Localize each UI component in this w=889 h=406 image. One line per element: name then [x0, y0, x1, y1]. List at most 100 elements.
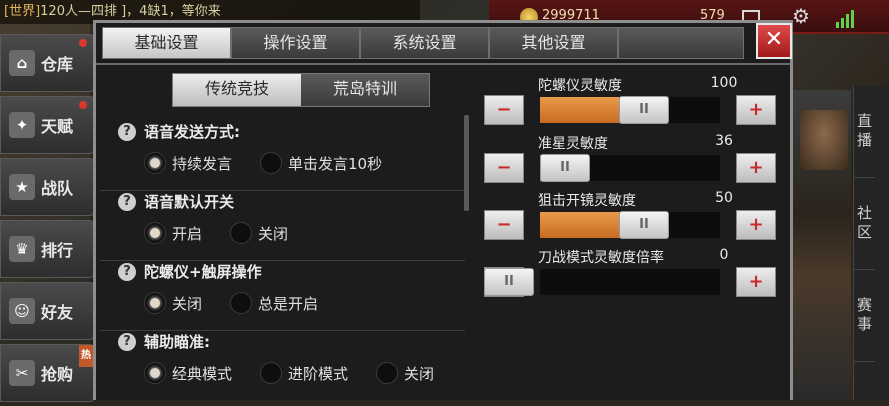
slider-thumb[interactable]: II [540, 154, 590, 182]
radio-group: 持续发言 单击发言10秒 [144, 152, 465, 174]
option-title: 语音发送方式: [144, 123, 240, 141]
side-tab-0[interactable]: 直播 [854, 86, 875, 178]
option-title: 陀螺仪+触屏操作 [144, 263, 262, 281]
radio-circle[interactable] [230, 292, 253, 314]
option-group: ? 辅助瞄准: 经典模式 进阶模式 关闭 [100, 331, 465, 401]
slider-track[interactable]: II [540, 154, 720, 182]
radio-circle[interactable] [144, 292, 166, 314]
radio-label: 进阶模式 [288, 364, 349, 383]
slider-value: 0 [719, 247, 729, 263]
radio-option[interactable]: 开启 [144, 222, 202, 244]
radio-option[interactable]: 总是开启 [230, 292, 318, 314]
radio-label: 关闭 [258, 224, 289, 243]
side-tab-1[interactable]: 社区 [854, 178, 875, 270]
option-title-row: ? 语音默认开关 [100, 191, 465, 212]
right-side-tabs: 直播 社区 赛事 [853, 86, 889, 400]
help-icon[interactable]: ? [118, 332, 136, 351]
radio-circle[interactable] [230, 222, 253, 244]
menu-item-5[interactable]: ✂ 抢购热 [0, 344, 94, 402]
sensitivity-slider: 陀螺仪灵敏度 100 − II + [484, 75, 776, 133]
menu-item-label: 排行 [41, 241, 74, 260]
radio-circle[interactable] [144, 222, 166, 244]
menu-item-1[interactable]: ✦ 天赋 [0, 96, 94, 154]
tab-divider [96, 63, 790, 65]
radio-group: 关闭 总是开启 [144, 292, 465, 314]
hot-badge: 热 [79, 345, 93, 367]
radio-label: 经典模式 [172, 364, 233, 383]
slider-value: 36 [715, 133, 733, 149]
subtab-0[interactable]: 传统竞技 [173, 74, 301, 106]
slider-track[interactable]: II [484, 268, 720, 296]
slider-label: 准星灵敏度 [538, 136, 608, 152]
increase-button[interactable]: + [736, 267, 776, 297]
options-scrollbar[interactable] [464, 115, 469, 211]
help-icon[interactable]: ? [118, 192, 136, 211]
tab-1[interactable]: 操作设置 [231, 27, 360, 59]
radio-circle[interactable] [144, 362, 166, 384]
increase-button[interactable]: + [736, 210, 776, 240]
signal-icon [836, 8, 856, 28]
help-icon[interactable]: ? [118, 262, 136, 281]
radio-circle[interactable] [260, 152, 283, 174]
increase-button[interactable]: + [736, 95, 776, 125]
slider-track[interactable]: II [540, 96, 720, 124]
menu-item-3[interactable]: ♛ 排行 [0, 220, 94, 278]
friends-icon: ☺ [9, 298, 35, 324]
menu-item-label: 好友 [41, 303, 74, 322]
option-title: 辅助瞄准: [144, 333, 210, 351]
notification-dot [79, 39, 87, 47]
slider-thumb[interactable]: II [619, 96, 669, 124]
option-title: 语音默认开关 [144, 193, 235, 211]
menu-item-label: 战队 [41, 179, 74, 198]
subtab-1[interactable]: 荒岛特训 [301, 74, 429, 106]
option-title-row: ? 语音发送方式: [100, 121, 465, 142]
sensitivity-slider: 准星灵敏度 36 − II + [484, 133, 776, 191]
talent-icon: ✦ [9, 112, 35, 138]
close-button[interactable]: ✕ [756, 23, 792, 59]
radio-option[interactable]: 经典模式 [144, 362, 232, 384]
slider-label: 狙击开镜灵敏度 [538, 193, 636, 209]
left-menu: ⌂ 仓库 ✦ 天赋 ★ 战队 ♛ 排行 ☺ 好友 ✂ 抢购热 [0, 34, 94, 406]
gear-icon[interactable]: ⚙ [792, 6, 810, 26]
radio-option[interactable]: 进阶模式 [260, 362, 348, 384]
help-icon[interactable]: ? [118, 122, 136, 141]
radio-option[interactable]: 关闭 [376, 362, 434, 384]
radio-option[interactable]: 单击发言10秒 [260, 152, 382, 174]
character-portrait [800, 110, 848, 170]
menu-item-2[interactable]: ★ 战队 [0, 158, 94, 216]
tab-0[interactable]: 基础设置 [102, 27, 231, 59]
radio-label: 持续发言 [172, 154, 233, 173]
radio-group: 经典模式 进阶模式 关闭 [144, 362, 465, 384]
sensitivity-slider: 刀战模式灵敏度倍率0−II+ [484, 247, 776, 305]
slider-thumb[interactable]: II [484, 268, 534, 296]
option-group: ? 语音默认开关开启 关闭 [100, 191, 465, 261]
tab-2[interactable]: 系统设置 [360, 27, 489, 59]
radio-circle[interactable] [260, 362, 283, 384]
radio-option[interactable]: 持续发言 [144, 152, 232, 174]
settings-tabs: 基础设置 操作设置 系统设置 其他设置 [102, 27, 744, 59]
tab-spacer [618, 27, 744, 59]
increase-button[interactable]: + [736, 153, 776, 183]
decrease-button[interactable]: − [484, 153, 524, 183]
option-title-row: ? 陀螺仪+触屏操作 [100, 261, 465, 282]
side-tab-2[interactable]: 赛事 [854, 270, 875, 362]
radio-group: 开启 关闭 [144, 222, 465, 244]
radio-circle[interactable] [376, 362, 399, 384]
option-group: ? 陀螺仪+触屏操作关闭 总是开启 [100, 261, 465, 331]
menu-item-label: 天赋 [41, 117, 74, 136]
decrease-button[interactable]: − [484, 210, 524, 240]
slider-label: 刀战模式灵敏度倍率 [538, 250, 664, 266]
radio-circle[interactable] [144, 152, 166, 174]
menu-item-4[interactable]: ☺ 好友 [0, 282, 94, 340]
slider-thumb[interactable]: II [619, 211, 669, 239]
slider-track[interactable]: II [540, 211, 720, 239]
menu-item-0[interactable]: ⌂ 仓库 [0, 34, 94, 92]
settings-dialog: 基础设置 操作设置 系统设置 其他设置 ✕ 传统竞技 荒岛特训 ? 语音发送方式: 持续发言… [93, 20, 793, 400]
radio-label: 总是开启 [258, 294, 319, 313]
radio-option[interactable]: 关闭 [144, 292, 202, 314]
radio-label: 关闭 [172, 294, 203, 313]
tab-3[interactable]: 其他设置 [489, 27, 618, 59]
option-group: ? 语音发送方式: 持续发言 单击发言10秒 [100, 121, 465, 191]
decrease-button[interactable]: − [484, 95, 524, 125]
radio-option[interactable]: 关闭 [230, 222, 288, 244]
